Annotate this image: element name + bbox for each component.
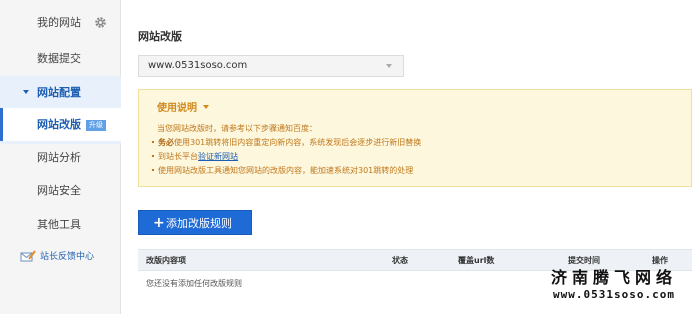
chevron-down-icon <box>386 64 392 68</box>
plus-icon: + <box>153 215 165 231</box>
verify-new-site-link[interactable]: 验证新网站 <box>198 152 238 161</box>
site-select[interactable]: www.0531soso.com <box>138 55 404 77</box>
notice-title-text: 使用说明 <box>157 103 197 114</box>
caret-down-icon <box>23 90 29 94</box>
gear-icon[interactable] <box>94 16 107 29</box>
sidebar-item-label: 网站配置 <box>37 86 81 99</box>
site-select-value: www.0531soso.com <box>148 60 248 71</box>
column-header-submit-time: 提交时间 <box>568 256 600 265</box>
sidebar-item-label: 我的网站 <box>37 16 81 29</box>
add-rule-label: 添加改版规则 <box>166 217 232 230</box>
watermark-name: 济南腾飞网络 <box>550 268 677 287</box>
sidebar-item-site-analysis[interactable]: 网站分析 <box>0 141 121 174</box>
sidebar: 我的网站 数据提交 网站配置 网站改版 升级 网站分析 网站安全 其他工具 站长反… <box>0 0 121 314</box>
envelope-pencil-icon <box>20 250 36 262</box>
notice-title[interactable]: 使用说明 <box>157 99 209 114</box>
sidebar-item-label: 网站改版 <box>37 118 81 131</box>
sidebar-item-site-revision[interactable]: 网站改版 升级 <box>0 108 121 141</box>
sidebar-item-site-security[interactable]: 网站安全 <box>0 174 121 207</box>
sidebar-item-label: 网站分析 <box>37 151 81 164</box>
sidebar-item-site-config[interactable]: 网站配置 <box>0 76 121 109</box>
column-header-content: 改版内容项 <box>146 256 186 265</box>
page-title: 网站改版 <box>138 30 182 43</box>
notice-item: 使用网站改版工具通知您网站的改版内容，能加速系统对301跳转的处理 <box>152 165 413 176</box>
caret-down-icon <box>203 105 209 109</box>
sidebar-item-label: 网站安全 <box>37 184 81 197</box>
feedback-center-link[interactable]: 站长反馈中心 <box>20 250 94 264</box>
usage-notice: 使用说明 当您网站改版时，请参考以下步骤通知百度： 务必使用301跳转将旧内容重… <box>138 89 692 187</box>
sidebar-item-label: 数据提交 <box>37 52 81 65</box>
column-header-status: 状态 <box>392 256 408 265</box>
add-revision-rule-button[interactable]: + 添加改版规则 <box>138 210 252 235</box>
sidebar-item-label: 其他工具 <box>37 218 81 231</box>
notice-intro: 当您网站改版时，请参考以下步骤通知百度： <box>157 124 317 133</box>
watermark: 济南腾飞网络 www.0531soso.com <box>534 268 694 302</box>
column-header-url-count: 覆盖url数 <box>458 256 495 265</box>
sidebar-item-data-submit[interactable]: 数据提交 <box>0 42 121 75</box>
notice-item-text: 到站长平台 <box>158 152 198 161</box>
notice-item-emphasis: 务必 <box>158 138 174 147</box>
notice-item: 到站长平台验证新网站 <box>152 151 238 162</box>
sidebar-item-my-sites[interactable]: 我的网站 <box>0 6 121 39</box>
feedback-label: 站长反馈中心 <box>40 252 95 262</box>
upgrade-badge: 升级 <box>86 120 106 131</box>
sidebar-item-other-tools[interactable]: 其他工具 <box>0 208 121 241</box>
notice-item: 务必使用301跳转将旧内容重定向新内容，系统发现后会逐步进行新旧替换 <box>152 137 421 148</box>
watermark-url: www.0531soso.com <box>553 288 675 301</box>
table-empty-message: 您还没有添加任何改版规则 <box>146 279 242 288</box>
column-header-actions: 操作 <box>652 256 668 265</box>
notice-item-text: 使用301跳转将旧内容重定向新内容，系统发现后会逐步进行新旧替换 <box>174 138 422 147</box>
